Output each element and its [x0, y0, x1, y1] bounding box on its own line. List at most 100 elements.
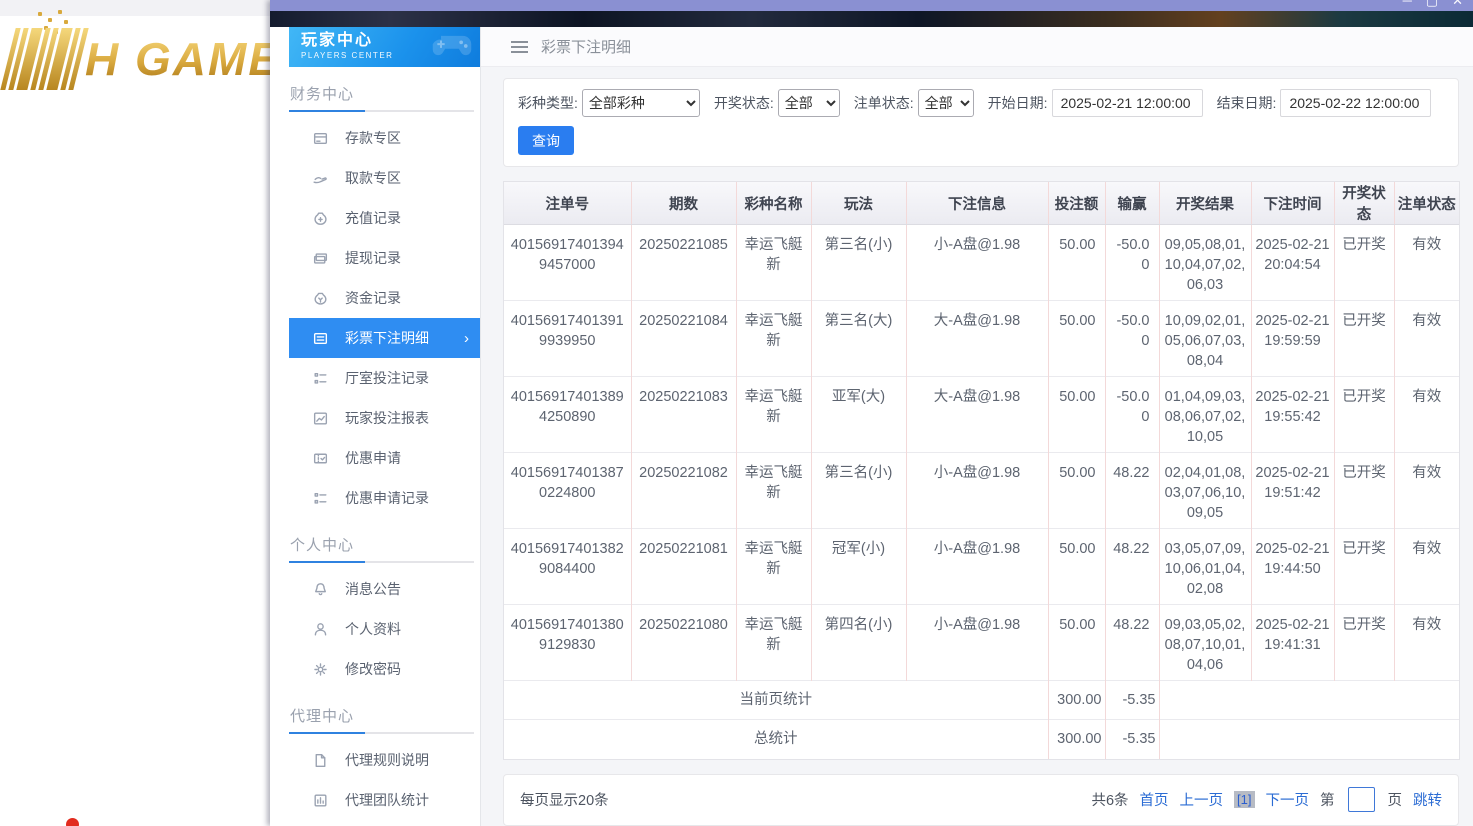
team-stats-icon: [312, 792, 329, 809]
table-cell: 48.22: [1104, 528, 1159, 605]
sidebar-item-label: 厅室投注记录: [345, 370, 429, 386]
jump-button[interactable]: 跳转: [1413, 789, 1442, 810]
lottery-type-select[interactable]: 全部彩种: [581, 89, 700, 117]
sidebar-item[interactable]: 代理团队统计: [289, 780, 480, 820]
summary-row: 当前页统计 300.00 -5.35: [504, 680, 1459, 720]
funds-bag-icon: [312, 290, 329, 307]
sidebar-item[interactable]: 代理规则说明: [289, 740, 480, 780]
column-header: 输赢: [1104, 182, 1159, 225]
table-cell: 20250221081: [630, 528, 736, 605]
table-cell: 亚军(大): [810, 376, 906, 453]
hamburger-menu-icon[interactable]: [511, 40, 528, 53]
moneybag-icon: [312, 210, 329, 227]
sidebar-item[interactable]: 彩票下注明细 ›: [289, 318, 480, 358]
sidebar-item[interactable]: 充值记录: [289, 198, 480, 238]
sidebar-item-label: 消息公告: [345, 581, 401, 597]
draw-status-select[interactable]: 全部: [777, 89, 840, 117]
bell-icon: [312, 581, 329, 598]
prev-page-link[interactable]: 上一页: [1180, 789, 1224, 810]
cash-icon: [312, 250, 329, 267]
table-cell: 有效: [1393, 224, 1459, 301]
page-title: 彩票下注明细: [541, 39, 632, 56]
next-page-link[interactable]: 下一页: [1266, 789, 1310, 810]
table-cell: 小-A盘@1.98: [905, 528, 1048, 605]
table-cell: 幸运飞艇新: [735, 528, 811, 605]
sidebar-item-label: 取款专区: [345, 170, 401, 186]
jump-suffix-text: 页: [1387, 793, 1403, 809]
minimize-icon[interactable]: ─: [1403, 0, 1412, 9]
sidebar-item-label: 充值记录: [345, 210, 401, 226]
start-date-input[interactable]: [1051, 89, 1203, 117]
sidebar-item-label: 优惠申请记录: [345, 490, 429, 506]
chevron-right-icon: ›: [464, 329, 469, 347]
sidebar-item-label: 个人资料: [345, 621, 401, 637]
table-cell: 20250221083: [630, 376, 736, 453]
summary-row: 总统计 300.00 -5.35: [504, 719, 1459, 759]
sidebar-item-label: 彩票下注明细: [345, 330, 429, 346]
sidebar-item[interactable]: 优惠申请: [289, 438, 480, 478]
sidebar-item[interactable]: 玩家投注报表: [289, 398, 480, 438]
table-cell: 已开奖: [1333, 604, 1394, 681]
table-cell: 2025-02-21 19:59:59: [1250, 300, 1334, 377]
sidebar-item[interactable]: 个人资料: [289, 609, 480, 649]
table-cell: 01,04,09,03,08,06,07,02,10,05: [1158, 376, 1251, 453]
column-header: 彩种名称: [735, 182, 811, 225]
table-cell: 第三名(小): [810, 224, 906, 301]
sidebar-item[interactable]: 提现记录: [289, 238, 480, 278]
sidebar-item[interactable]: 资金记录: [289, 278, 480, 318]
coupon-icon: [312, 450, 329, 467]
first-page-link[interactable]: 首页: [1140, 789, 1169, 810]
sidebar-nav: 财务中心 存款专区 取款专区 充值记录 提现记录 资金记录 彩票下注明细 › 厅室投注记录 玩家投…: [289, 83, 480, 820]
summary-bet-total: 300.00: [1047, 719, 1105, 759]
gear-icon: [312, 661, 329, 678]
table-cell: 第三名(大): [810, 300, 906, 377]
table-row: 401569174013919939950 20250221084 幸运飞艇新 第三名…: [504, 300, 1459, 377]
sidebar-header: 玩家中心 PLAYERS CENTER: [289, 27, 480, 67]
end-date-label: 结束日期:: [1216, 95, 1277, 111]
end-date-input[interactable]: [1280, 89, 1432, 117]
gamepad-icon: [432, 35, 472, 56]
table-cell: 03,05,07,09,10,06,01,04,02,08: [1158, 528, 1251, 605]
bet-status-label: 注单状态:: [853, 95, 914, 111]
table-cell: 10,09,02,01,05,06,07,03,08,04: [1158, 300, 1251, 377]
summary-label: 总统计: [504, 719, 1048, 759]
table-cell: 20250221080: [630, 604, 736, 681]
column-header: 下注信息: [905, 182, 1048, 225]
table-cell: 幸运飞艇新: [735, 300, 811, 377]
page-size-text: 每页显示20条: [520, 793, 609, 809]
bet-status-select[interactable]: 全部: [917, 89, 974, 117]
summary-win-total: -5.35: [1104, 680, 1159, 720]
query-button[interactable]: 查询: [518, 126, 574, 155]
page-jump-input[interactable]: [1347, 787, 1375, 812]
table-cell: 50.00: [1047, 528, 1105, 605]
sidebar-item[interactable]: 优惠申请记录: [289, 478, 480, 518]
sidebar-item-label: 存款专区: [345, 130, 401, 146]
floating-service-icon[interactable]: [66, 818, 79, 826]
sidebar-item[interactable]: 厅室投注记录: [289, 358, 480, 398]
sidebar-item[interactable]: 取款专区: [289, 158, 480, 198]
sidebar-item[interactable]: 消息公告: [289, 569, 480, 609]
table-cell: 2025-02-21 19:41:31: [1250, 604, 1334, 681]
table-cell: 2025-02-21 20:04:54: [1250, 224, 1334, 301]
column-header: 下注时间: [1250, 182, 1334, 225]
table-cell: 50.00: [1047, 300, 1105, 377]
table-cell: 小-A盘@1.98: [905, 452, 1048, 529]
logo-bars-icon: [0, 28, 89, 90]
table-cell: 50.00: [1047, 376, 1105, 453]
sidebar-item[interactable]: 存款专区: [289, 118, 480, 158]
table-cell: 幸运飞艇新: [735, 604, 811, 681]
table-cell: 50.00: [1047, 604, 1105, 681]
table-cell: 401569174013809129830: [504, 604, 631, 681]
jump-prefix-text: 第: [1320, 793, 1335, 809]
maximize-icon[interactable]: ▢: [1426, 0, 1438, 9]
table-cell: 50.00: [1047, 224, 1105, 301]
logo-text: H GAME: [85, 33, 281, 85]
close-icon[interactable]: ✕: [1452, 0, 1463, 9]
column-header: 投注额: [1047, 182, 1105, 225]
table-cell: -50.00: [1104, 300, 1159, 377]
table-cell: 有效: [1393, 376, 1459, 453]
table-cell: -50.00: [1104, 224, 1159, 301]
sidebar-item[interactable]: 修改密码: [289, 649, 480, 689]
table-cell: 第四名(小): [810, 604, 906, 681]
table-row: 401569174013949457000 20250221085 幸运飞艇新 第三名…: [504, 224, 1459, 301]
